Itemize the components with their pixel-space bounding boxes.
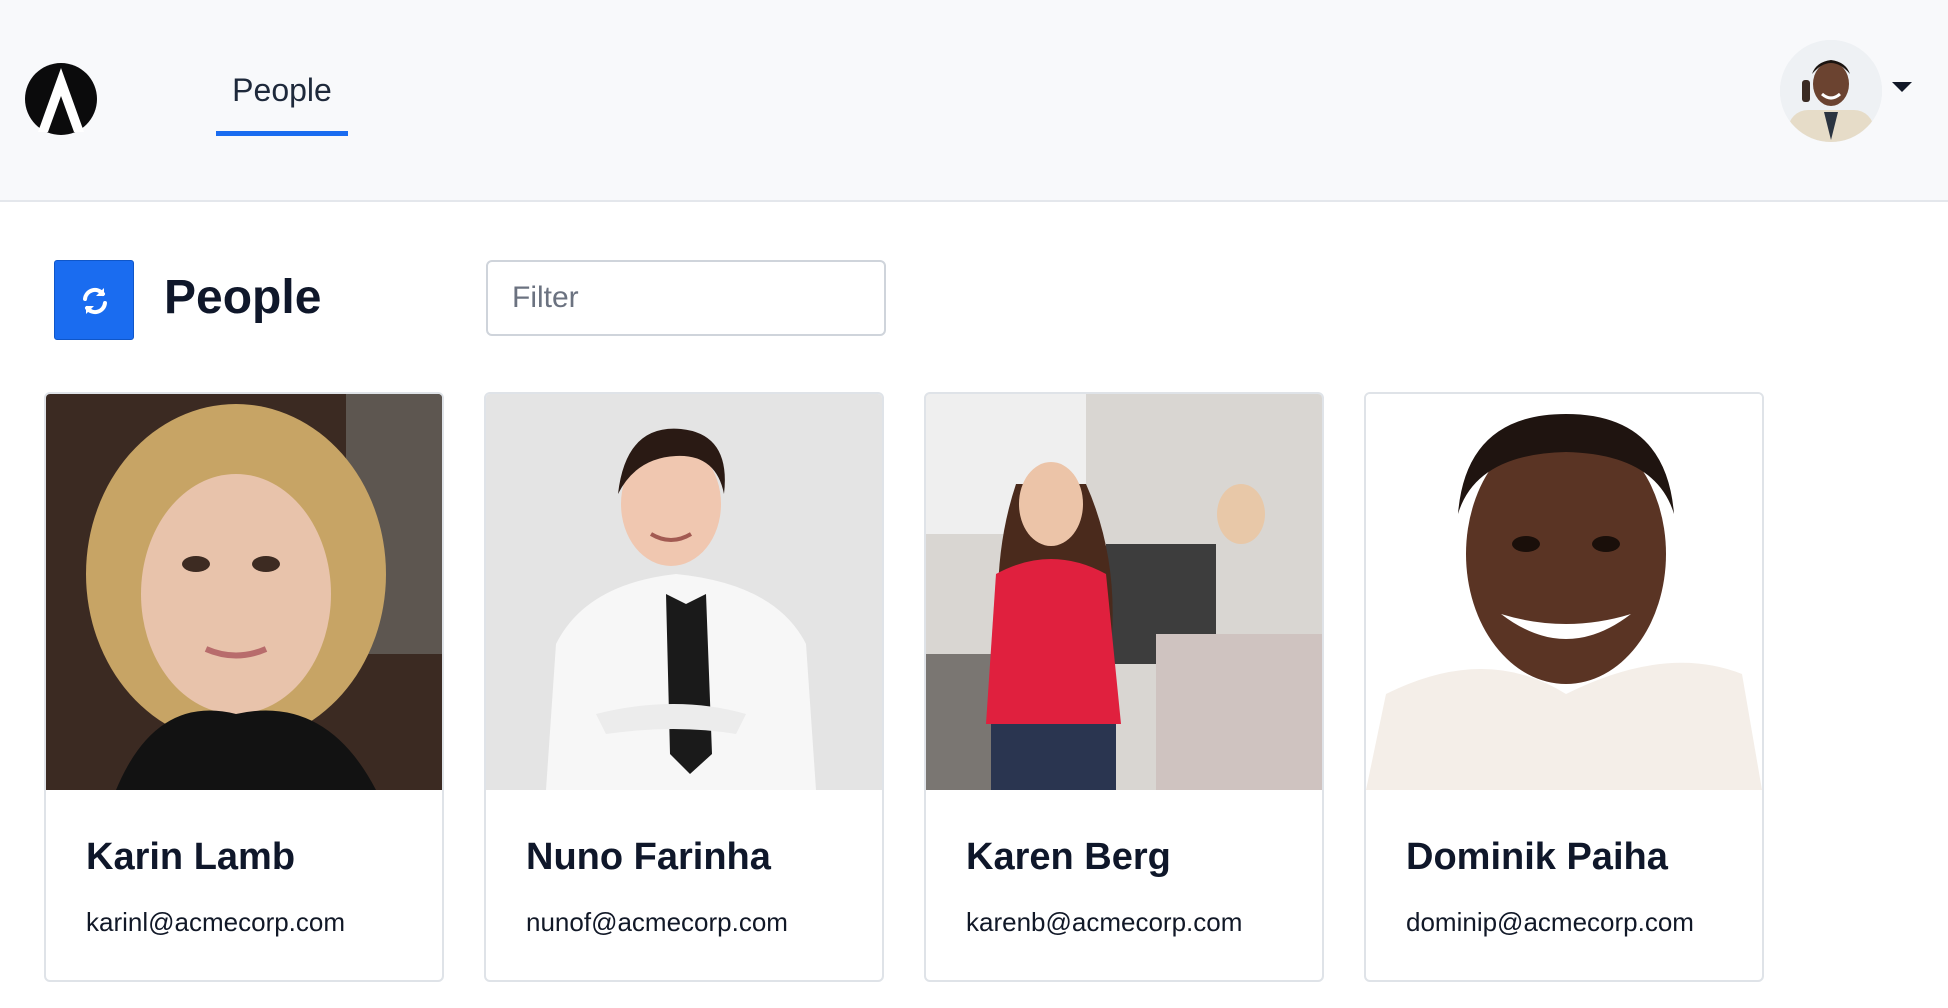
triangle-logo-icon[interactable] xyxy=(24,62,98,136)
person-card[interactable]: Nuno Farinha nunof@acmecorp.com xyxy=(484,392,884,982)
person-name: Karen Berg xyxy=(966,836,1171,878)
person-email: dominip@acmecorp.com xyxy=(1406,907,1694,937)
tab-people[interactable]: People xyxy=(216,56,348,136)
person-name: Nuno Farinha xyxy=(526,836,771,878)
person-email: karenb@acmecorp.com xyxy=(966,907,1243,937)
person-photo xyxy=(46,394,442,790)
person-name: Karin Lamb xyxy=(86,836,296,878)
person-email: karinl@acmecorp.com xyxy=(86,907,346,937)
filter-input[interactable] xyxy=(486,260,886,336)
top-navigation-bar: People xyxy=(0,0,1948,202)
person-photo xyxy=(486,394,882,790)
person-name: Dominik Paiha xyxy=(1406,836,1668,878)
person-photo xyxy=(926,394,1322,790)
user-menu-button[interactable] xyxy=(1780,40,1912,150)
tab-people-label: People xyxy=(232,72,332,108)
caret-down-icon xyxy=(1892,82,1912,92)
person-card[interactable]: Karin Lamb karinl@acmecorp.com xyxy=(44,392,444,982)
person-photo xyxy=(1366,394,1762,790)
refresh-button[interactable] xyxy=(54,260,134,340)
person-card[interactable]: Dominik Paiha dominip@acmecorp.com xyxy=(1364,392,1764,982)
person-card[interactable]: Karen Berg karenb@acmecorp.com xyxy=(924,392,1324,982)
person-email: nunof@acmecorp.com xyxy=(526,907,788,937)
active-tab-indicator xyxy=(216,131,348,136)
page-title: People xyxy=(164,271,322,324)
user-avatar xyxy=(1780,40,1882,142)
refresh-icon xyxy=(83,287,107,315)
